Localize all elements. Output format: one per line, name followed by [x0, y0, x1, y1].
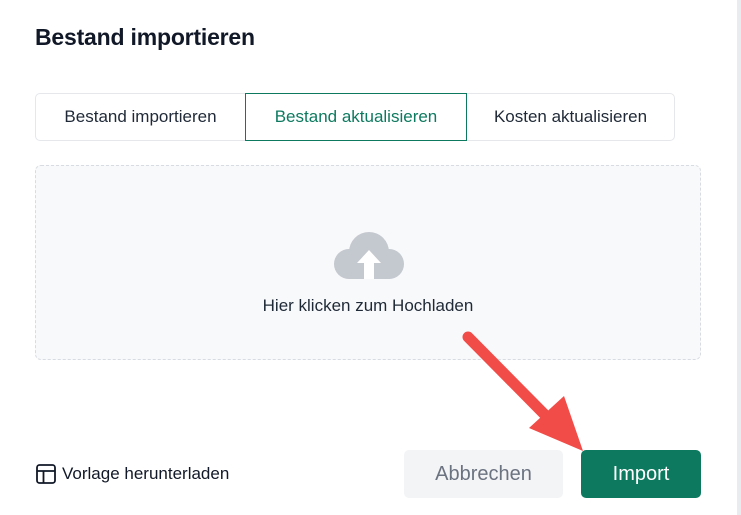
import-dialog: Bestand importieren Bestand importieren … [0, 0, 741, 515]
import-button[interactable]: Import [581, 450, 701, 498]
tab-kosten-aktualisieren[interactable]: Kosten aktualisieren [466, 93, 675, 141]
cloud-upload-icon [334, 232, 404, 279]
dialog-edge [737, 0, 741, 515]
download-template-link[interactable]: Vorlage herunterladen [35, 462, 229, 486]
cancel-button[interactable]: Abbrechen [404, 450, 563, 498]
upload-dropzone[interactable]: Hier klicken zum Hochladen [35, 165, 701, 360]
tab-bestand-aktualisieren[interactable]: Bestand aktualisieren [245, 93, 467, 141]
tab-bar: Bestand importieren Bestand aktualisiere… [35, 93, 675, 141]
tab-bestand-importieren[interactable]: Bestand importieren [35, 93, 246, 141]
dialog-title: Bestand importieren [35, 24, 255, 50]
download-template-label: Vorlage herunterladen [62, 464, 230, 483]
upload-hint: Hier klicken zum Hochladen [262, 296, 474, 315]
table-layout-icon [35, 463, 57, 485]
